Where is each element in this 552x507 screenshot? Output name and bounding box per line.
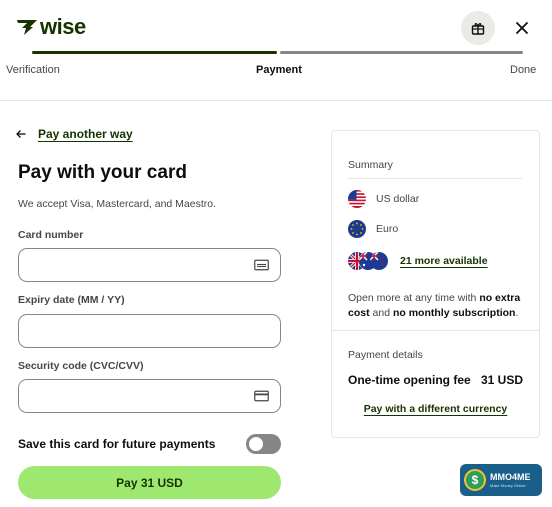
card-number-input[interactable]: [19, 249, 280, 281]
currency-row-eur: Euro: [348, 220, 398, 238]
security-code-input[interactable]: [19, 380, 280, 412]
accepted-cards-text: We accept Visa, Mastercard, and Maestro.: [18, 198, 217, 210]
wise-flag-icon: [17, 20, 37, 35]
currency-name: Euro: [376, 223, 399, 235]
payment-details-heading: Payment details: [348, 349, 423, 361]
mmo4me-watermark: $ MMO4ME Make Money Online: [460, 464, 542, 496]
watermark-sub: Make Money Online: [490, 482, 526, 488]
different-currency-link[interactable]: Pay with a different currency: [332, 403, 539, 415]
save-card-label: Save this card for future payments: [18, 437, 216, 451]
open-more-text: Open more at any time with no extra cost…: [348, 291, 528, 321]
eu-flag-icon: [348, 220, 366, 238]
progress-remaining: [280, 51, 523, 54]
nz-flag-icon: [370, 252, 388, 270]
wise-logo: wise: [16, 14, 86, 40]
toggle-knob: [249, 437, 263, 451]
card-number-label: Card number: [18, 229, 84, 241]
watermark-main: MMO4ME: [490, 471, 531, 482]
more-currencies-row[interactable]: 21 more available: [348, 252, 488, 270]
us-flag-icon: [348, 190, 366, 208]
pay-another-way-label[interactable]: Pay another way: [38, 127, 133, 141]
step-done: Done: [510, 64, 537, 76]
logo-text: wise: [40, 14, 86, 39]
expiry-date-label: Expiry date (MM / YY): [18, 294, 125, 306]
fee-label: One-time opening fee: [348, 373, 471, 387]
arrow-left-icon: [16, 130, 26, 138]
open-more-suffix: .: [515, 307, 519, 319]
step-payment: Payment: [256, 64, 302, 76]
card-back-icon: [254, 390, 269, 402]
gift-icon: [471, 23, 485, 35]
dollar-coin-icon: $: [464, 469, 486, 491]
summary-card: Summary US dollar Euro 21 more available…: [331, 130, 540, 438]
security-code-label: Security code (CVC/CVV): [18, 360, 144, 372]
fee-value: 31 USD: [480, 373, 523, 387]
page-title: Pay with your card: [18, 162, 187, 183]
pay-another-way-link[interactable]: Pay another way: [16, 127, 133, 141]
summary-heading: Summary: [348, 159, 393, 171]
flags-stack: [348, 252, 390, 270]
currency-name: US dollar: [376, 193, 420, 205]
save-card-toggle[interactable]: [246, 434, 281, 454]
card-icon: [254, 259, 269, 271]
security-code-field[interactable]: [18, 379, 281, 413]
open-more-mid: and: [369, 307, 393, 319]
expiry-date-input[interactable]: [19, 315, 280, 347]
progress-completed: [32, 51, 277, 54]
summary-divider: [348, 178, 522, 179]
step-verification: Verification: [6, 64, 60, 76]
opening-fee-row: One-time opening fee 31 USD: [348, 373, 523, 387]
pay-button[interactable]: Pay 31 USD: [18, 466, 281, 499]
currency-row-usd: US dollar: [348, 190, 419, 208]
more-currencies-link[interactable]: 21 more available: [400, 255, 488, 267]
header-divider: [0, 100, 552, 101]
summary-section-divider: [332, 330, 539, 331]
no-monthly-subscription-text: no monthly subscription: [392, 307, 516, 319]
open-more-prefix: Open more at any time with: [348, 292, 480, 304]
card-number-field[interactable]: [18, 248, 281, 282]
close-button[interactable]: [505, 11, 539, 45]
expiry-date-field[interactable]: [18, 314, 281, 348]
gift-button[interactable]: [461, 11, 495, 45]
close-icon: [515, 21, 529, 35]
watermark-text: MMO4ME Make Money Online: [490, 471, 531, 488]
